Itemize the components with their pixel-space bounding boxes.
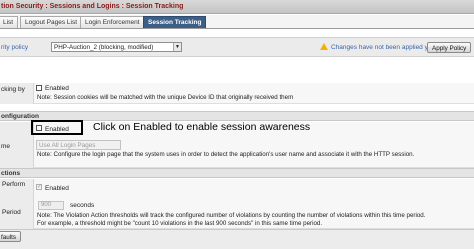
- tracking-enabled-label: Enabled: [45, 85, 69, 92]
- login-pages-label: me: [1, 143, 11, 150]
- unapplied-changes-warning: Changes have not been applied yet: [331, 44, 434, 51]
- footer-bar: [0, 229, 474, 249]
- policy-select[interactable]: PHP-Auction_2 (blocking, modified) ▼: [51, 42, 182, 52]
- warning-icon: [320, 43, 328, 50]
- tab-session-tracking[interactable]: Session Tracking: [143, 16, 207, 28]
- login-pages-select-value: Use All Login Pages: [39, 142, 96, 149]
- actions-section-title: ctions: [1, 170, 21, 177]
- policy-select-value: PHP-Auction_2 (blocking, modified): [54, 44, 154, 51]
- actions-note-line2: For example, a threshold might be "count…: [37, 220, 323, 227]
- period-input-value: 900: [41, 202, 52, 208]
- perform-label: Perform: [2, 181, 26, 188]
- tab-logout-pages-list[interactable]: Logout Pages List: [20, 16, 83, 28]
- chevron-down-icon: ▼: [173, 43, 181, 51]
- perform-enabled-checkbox[interactable]: [36, 183, 42, 190]
- configuration-section-title: onfiguration: [1, 113, 39, 120]
- apply-policy-button[interactable]: Apply Policy: [427, 42, 472, 53]
- title-bar: tion Security : Sessions and Logins : Se…: [0, 0, 474, 14]
- actions-note-line1: Note: The Violation Action thresholds wi…: [37, 212, 426, 219]
- tracking-by-note: Note: Session cookies will be matched wi…: [37, 94, 294, 101]
- tab-login-enforcement[interactable]: Login Enforcement: [80, 16, 145, 28]
- restore-defaults-button[interactable]: faults: [0, 231, 22, 242]
- tracking-enabled-checkbox[interactable]: [36, 85, 42, 91]
- tab-list[interactable]: List: [0, 16, 19, 28]
- period-input[interactable]: 900: [38, 201, 64, 210]
- callout-annotation: Click on Enabled to enable session aware…: [93, 121, 311, 133]
- perform-enabled-label: Enabled: [45, 185, 69, 192]
- period-label: Period: [2, 209, 21, 216]
- login-pages-select[interactable]: Use All Login Pages: [36, 140, 121, 150]
- configuration-note: Note: Configure the login page that the …: [37, 151, 415, 158]
- actions-section-header: ctions: [0, 168, 474, 178]
- tab-bar: List Logout Pages List Login Enforcement…: [0, 15, 474, 29]
- page-title: tion Security : Sessions and Logins : Se…: [1, 3, 184, 10]
- policy-label: rity policy: [1, 44, 29, 51]
- tracking-by-label: cking by: [1, 86, 25, 93]
- period-unit: seconds: [70, 202, 95, 209]
- callout-highlight-box: [31, 120, 83, 135]
